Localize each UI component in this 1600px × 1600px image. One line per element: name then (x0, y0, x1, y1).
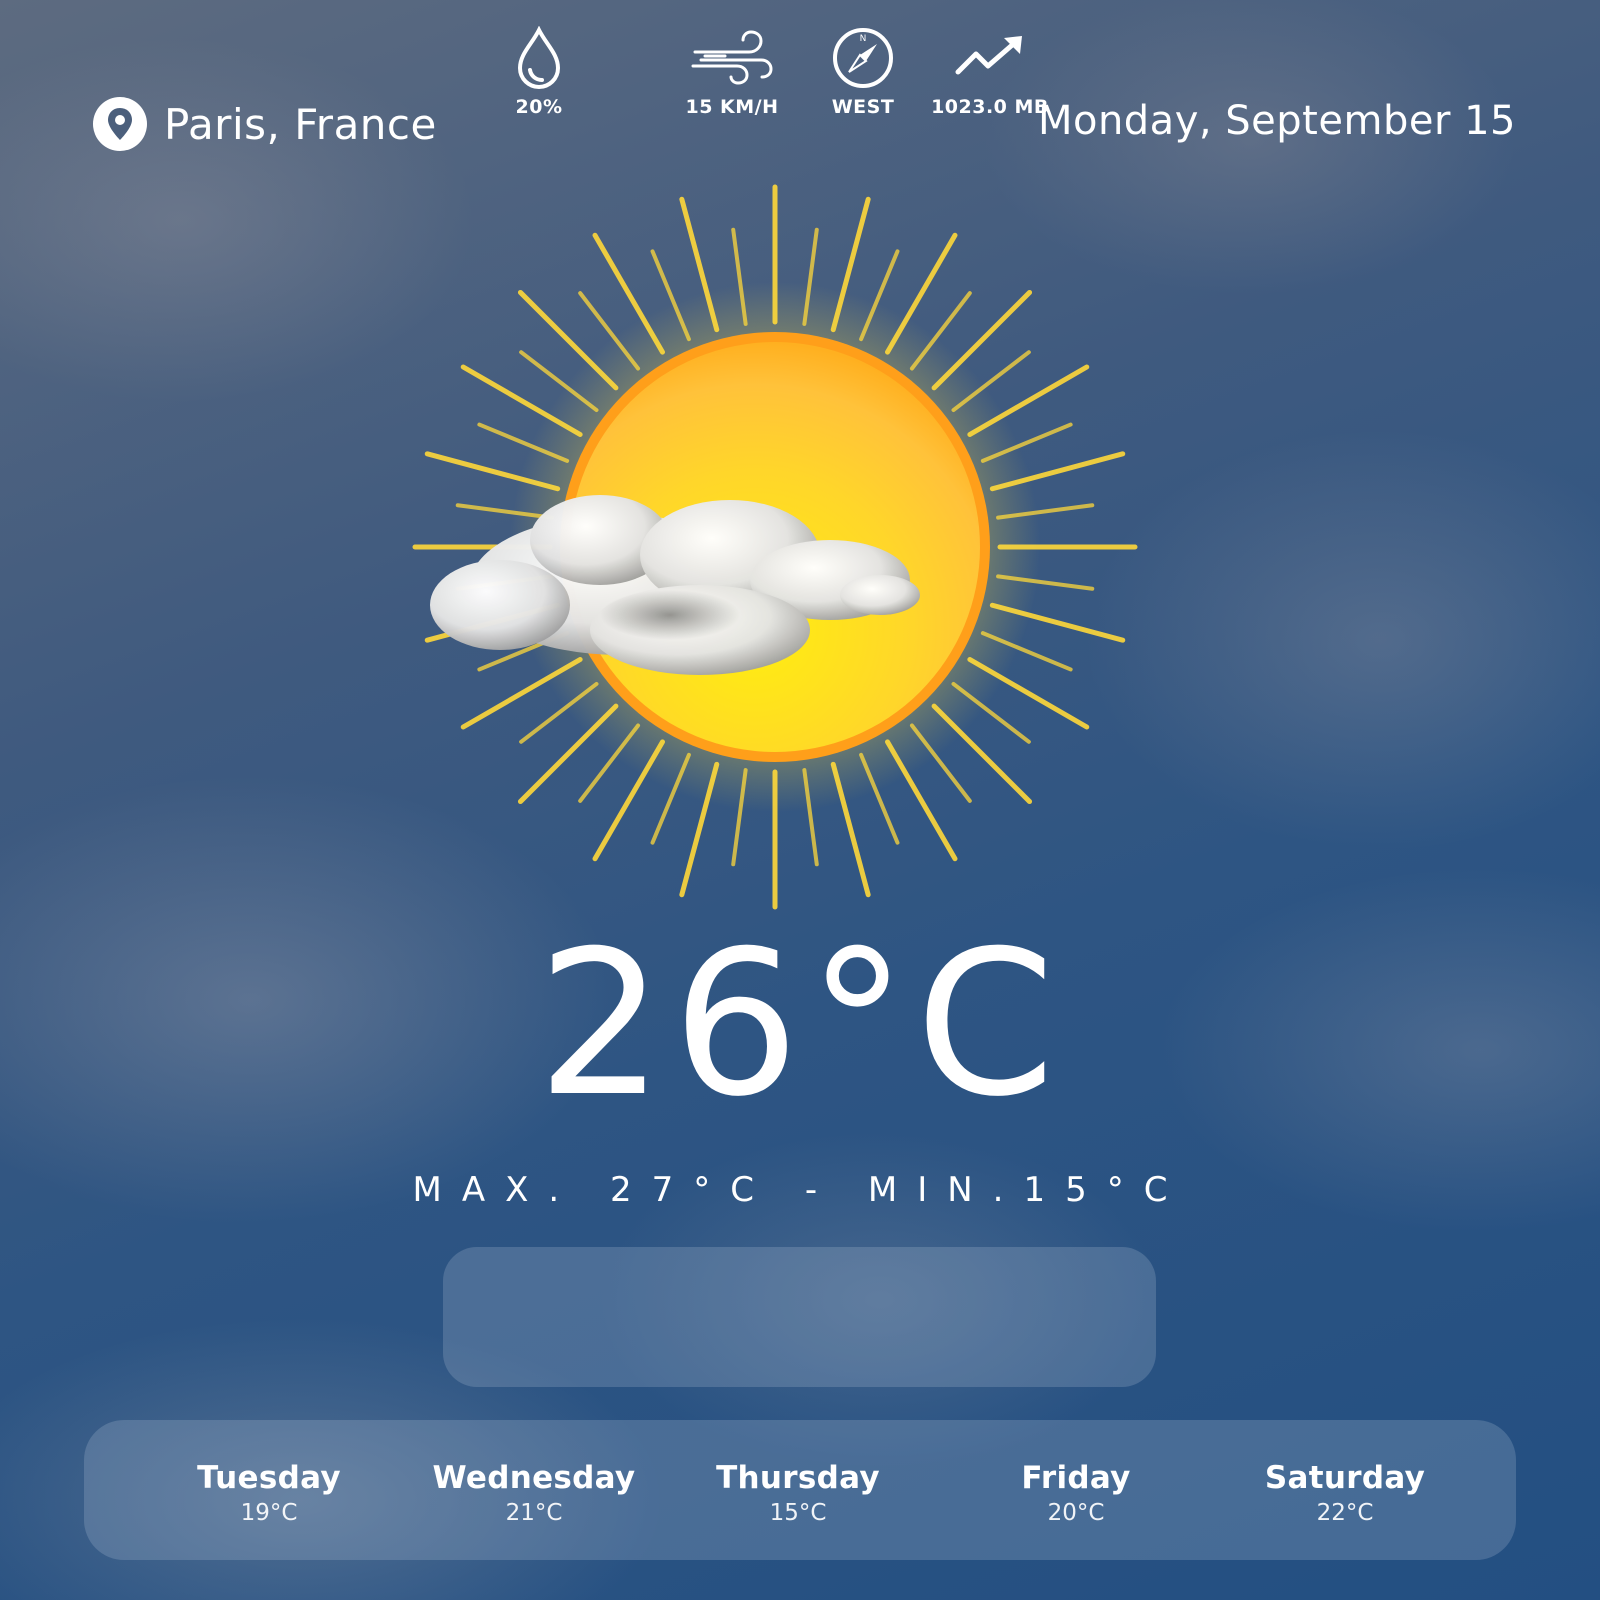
current-date: Monday, September 15 (1037, 98, 1516, 144)
forecast-day[interactable]: Wednesday 21°C (414, 1460, 654, 1526)
trend-up-icon (955, 36, 1022, 75)
wind-direction-value: WEST (831, 96, 895, 118)
forecast-day-temp: 22°C (1316, 1500, 1374, 1526)
wind-direction-stat: N WEST (793, 26, 933, 126)
forecast-day[interactable]: Thursday 15°C (678, 1460, 918, 1526)
forecast-day-temp: 15°C (769, 1500, 827, 1526)
forecast-day-temp: 21°C (505, 1500, 563, 1526)
forecast-day-name: Wednesday (432, 1460, 636, 1496)
compass-icon: N (833, 28, 893, 88)
pressure-value: 1023.0 MB (931, 96, 1049, 118)
forecast-day-name: Thursday (716, 1460, 880, 1496)
location[interactable]: Paris, France (92, 96, 437, 152)
svg-text:N: N (860, 34, 867, 44)
humidity-stat: 20% (469, 26, 609, 126)
forecast-day-name: Friday (1021, 1460, 1131, 1496)
temperature-range: MAX. 27°C - MIN.15°C (412, 1170, 1188, 1210)
wind-speed-stat: 15 KM/H (662, 26, 802, 126)
pressure-stat: 1023.0 MB (920, 26, 1060, 126)
wind-icon (691, 30, 773, 85)
partly-cloudy-sun-icon (412, 184, 1138, 910)
current-temperature: 26°C (536, 908, 1064, 1141)
location-label: Paris, France (164, 99, 437, 149)
humidity-value: 20% (515, 96, 563, 118)
forecast-day[interactable]: Saturday 22°C (1225, 1460, 1465, 1526)
forecast-panel: Tuesday 19°C Wednesday 21°C Thursday 15°… (84, 1420, 1516, 1560)
forecast-day[interactable]: Friday 20°C (956, 1460, 1196, 1526)
droplet-icon (517, 26, 561, 90)
map-pin-icon (93, 97, 147, 151)
conditions-panel (443, 1247, 1156, 1387)
forecast-day-name: Tuesday (197, 1460, 341, 1496)
forecast-day-name: Saturday (1264, 1460, 1426, 1496)
forecast-day-temp: 20°C (1047, 1500, 1105, 1526)
forecast-day-temp: 19°C (240, 1500, 298, 1526)
wind-speed-value: 15 KM/H (685, 96, 779, 118)
forecast-day[interactable]: Tuesday 19°C (149, 1460, 389, 1526)
